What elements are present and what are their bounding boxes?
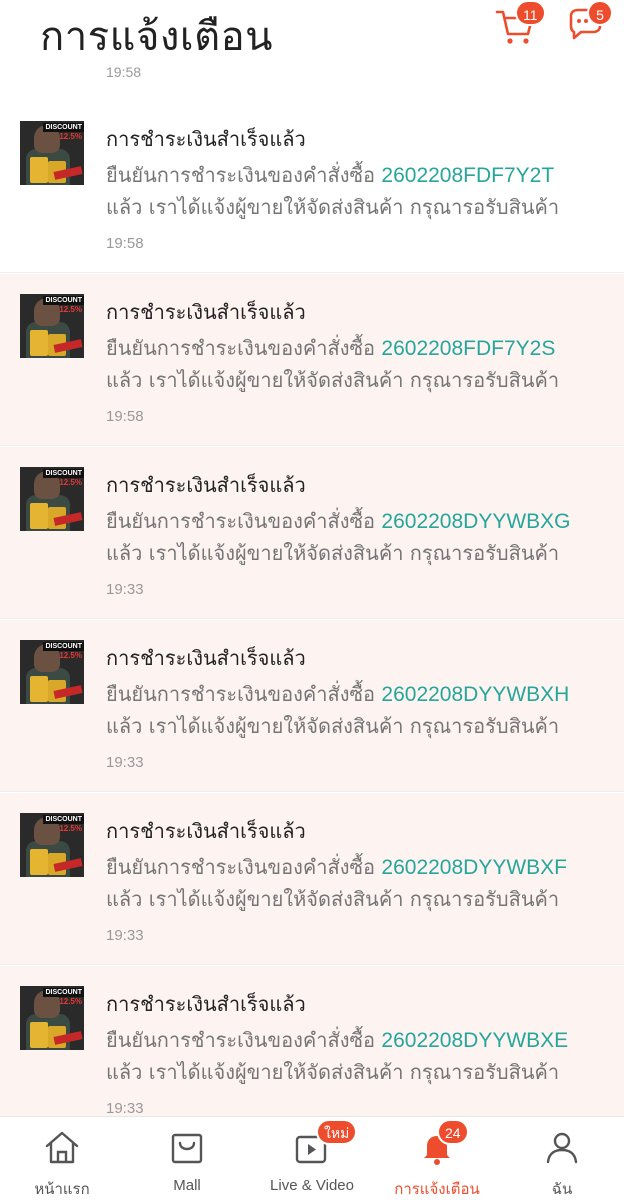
notification-time: 19:33 <box>106 1100 144 1117</box>
mall-bag-icon <box>171 1133 203 1164</box>
product-thumbnail: DISCOUNT 12.5% <box>20 986 84 1050</box>
notification-time: 19:33 <box>106 927 144 944</box>
thumb-discount-text: DISCOUNT <box>43 988 84 997</box>
product-thumbnail: DISCOUNT 12.5% <box>20 294 84 358</box>
product-thumbnail: DISCOUNT 12.5% <box>20 121 84 185</box>
notification-item[interactable]: DISCOUNT 12.5% การชำระเงินสำเร็จแล้วยืนยัน… <box>0 966 624 1138</box>
notification-body-line2: แล้ว เราได้แจ้งผู้ขายให้จัดส่งสินค้า กรุ… <box>106 541 560 565</box>
body-prefix: ยืนยันการชำระเงินของคำสั่งซื้อ <box>106 336 382 360</box>
thumb-discount-pct: 12.5% <box>59 824 82 833</box>
notification-body-line2: แล้ว เราได้แจ้งผู้ขายให้จัดส่งสินค้า กรุ… <box>106 195 560 219</box>
tab-notifications[interactable]: 24 การแจ้งเตือน <box>375 1117 499 1200</box>
tab-live-video[interactable]: ใหม่ Live & Video <box>250 1117 374 1200</box>
thumb-discount-pct: 12.5% <box>59 132 82 141</box>
notification-body-line2: แล้ว เราได้แจ้งผู้ขายให้จัดส่งสินค้า กรุ… <box>106 714 560 738</box>
notification-body-line2: แล้ว เราได้แจ้งผู้ขายให้จัดส่งสินค้า กรุ… <box>106 887 560 911</box>
body-prefix: ยืนยันการชำระเงินของคำสั่งซื้อ <box>106 682 382 706</box>
chat-button[interactable]: 5 <box>565 0 613 46</box>
tab-home[interactable]: หน้าแรก <box>0 1117 124 1200</box>
notification-title: การชำระเงินสำเร็จแล้ว <box>106 819 306 843</box>
notification-title: การชำระเงินสำเร็จแล้ว <box>106 300 306 324</box>
notification-body-line1: ยืนยันการชำระเงินของคำสั่งซื้อ 2602208DY… <box>106 678 569 710</box>
notification-body-line1: ยืนยันการชำระเงินของคำสั่งซื้อ 2602208DY… <box>106 1024 568 1056</box>
notification-item[interactable]: DISCOUNT 12.5% การชำระเงินสำเร็จแล้วยืนยัน… <box>0 620 624 792</box>
tab-notifications-label: การแจ้งเตือน <box>394 1181 480 1198</box>
body-prefix: ยืนยันการชำระเงินของคำสั่งซื้อ <box>106 855 382 879</box>
notification-body-line1: ยืนยันการชำระเงินของคำสั่งซื้อ 2602208FD… <box>106 332 555 364</box>
notification-title: การชำระเงินสำเร็จแล้ว <box>106 992 306 1016</box>
notification-title: การชำระเงินสำเร็จแล้ว <box>106 127 306 151</box>
tab-mall-label: Mall <box>173 1177 201 1194</box>
bottom-tab-bar: หน้าแรก Mall ใหม่ Live & Video 24 การแจ้… <box>0 1116 624 1200</box>
chat-badge: 5 <box>587 0 613 26</box>
notification-title: การชำระเงินสำเร็จแล้ว <box>106 473 306 497</box>
body-prefix: ยืนยันการชำระเงินของคำสั่งซื้อ <box>106 163 382 187</box>
tab-mall[interactable]: Mall <box>125 1117 249 1200</box>
notification-item[interactable]: DISCOUNT 12.5% การชำระเงินสำเร็จแล้วยืนยัน… <box>0 447 624 619</box>
live-new-badge: ใหม่ <box>316 1119 358 1145</box>
thumb-discount-text: DISCOUNT <box>43 296 84 305</box>
notification-body-line2: แล้ว เราได้แจ้งผู้ขายให้จัดส่งสินค้า กรุ… <box>106 368 560 392</box>
order-id-link[interactable]: 2602208DYYWBXG <box>381 510 570 533</box>
notification-item[interactable]: DISCOUNT 12.5% การชำระเงินสำเร็จแล้วยืนยัน… <box>0 274 624 446</box>
notification-body-line1: ยืนยันการชำระเงินของคำสั่งซื้อ 2602208DY… <box>106 851 567 883</box>
page-title: การแจ้งเตือน <box>40 14 273 60</box>
tab-me[interactable]: ฉัน <box>500 1117 624 1200</box>
thumb-discount-text: DISCOUNT <box>43 642 84 651</box>
tab-me-label: ฉัน <box>551 1181 573 1198</box>
notification-time: 19:33 <box>106 581 144 598</box>
thumb-discount-pct: 12.5% <box>59 478 82 487</box>
product-thumbnail: DISCOUNT 12.5% <box>20 467 84 531</box>
order-id-link[interactable]: 2602208FDF7Y2S <box>381 337 555 360</box>
person-icon <box>546 1132 578 1164</box>
thumb-discount-text: DISCOUNT <box>43 123 84 132</box>
thumb-discount-text: DISCOUNT <box>43 815 84 824</box>
notification-item[interactable]: DISCOUNT 12.5% การชำระเงินสำเร็จแล้วยืนยัน… <box>0 793 624 965</box>
notification-time: 19:33 <box>106 754 144 771</box>
cart-badge: 11 <box>515 0 546 26</box>
order-id-link[interactable]: 2602208FDF7Y2T <box>381 164 554 187</box>
thumb-discount-pct: 12.5% <box>59 305 82 314</box>
notification-time: 19:58 <box>106 235 144 252</box>
thumb-discount-text: DISCOUNT <box>43 469 84 478</box>
notification-title: การชำระเงินสำเร็จแล้ว <box>106 646 306 670</box>
notification-body-line1: ยืนยันการชำระเงินของคำสั่งซื้อ 2602208DY… <box>106 505 571 537</box>
home-icon <box>45 1131 79 1164</box>
notification-body-line2: แล้ว เราได้แจ้งผู้ขายให้จัดส่งสินค้า กรุ… <box>106 1060 560 1084</box>
order-id-link[interactable]: 2602208DYYWBXH <box>381 683 569 706</box>
tab-home-label: หน้าแรก <box>34 1181 90 1198</box>
order-id-link[interactable]: 2602208DYYWBXF <box>381 856 567 879</box>
notifications-badge: 24 <box>437 1119 469 1145</box>
notification-item[interactable]: DISCOUNT 12.5% การชำระเงินสำเร็จแล้วยืนยัน… <box>0 101 624 273</box>
product-thumbnail: DISCOUNT 12.5% <box>20 813 84 877</box>
tab-live-label: Live & Video <box>270 1177 354 1194</box>
body-prefix: ยืนยันการชำระเงินของคำสั่งซื้อ <box>106 1028 382 1052</box>
notification-body-line1: ยืนยันการชำระเงินของคำสั่งซื้อ 2602208FD… <box>106 159 554 191</box>
cart-button[interactable]: 11 <box>493 0 546 46</box>
thumb-discount-pct: 12.5% <box>59 997 82 1006</box>
notification-time: 19:58 <box>106 408 144 425</box>
page-header: การแจ้งเตือน 11 5 <box>0 0 624 60</box>
order-id-link[interactable]: 2602208DYYWBXE <box>381 1029 568 1052</box>
thumb-discount-pct: 12.5% <box>59 651 82 660</box>
body-prefix: ยืนยันการชำระเงินของคำสั่งซื้อ <box>106 509 382 533</box>
product-thumbnail: DISCOUNT 12.5% <box>20 640 84 704</box>
